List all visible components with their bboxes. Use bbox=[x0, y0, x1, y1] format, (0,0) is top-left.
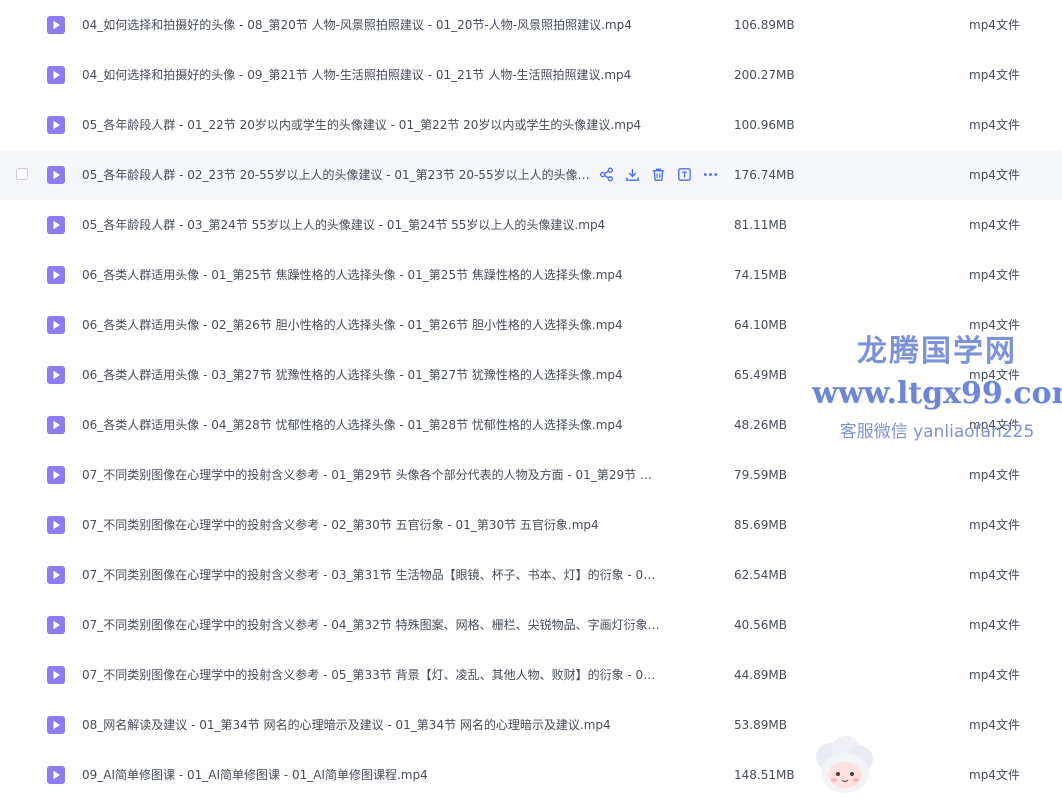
video-file-icon bbox=[46, 615, 66, 635]
video-file-icon bbox=[46, 15, 66, 35]
file-type: mp4文件 bbox=[969, 118, 1020, 132]
file-size: 64.10MB bbox=[734, 318, 787, 332]
file-name[interactable]: 07_不同类别图像在心理学中的投射含义参考 - 04_第32节 特殊图案、网格、… bbox=[82, 600, 662, 650]
file-row[interactable]: 05_各年龄段人群 - 01_22节 20岁以内或学生的头像建议 - 01_第2… bbox=[0, 100, 1062, 150]
file-size: 81.11MB bbox=[734, 218, 787, 232]
file-size: 85.69MB bbox=[734, 518, 787, 532]
download-icon[interactable] bbox=[624, 166, 641, 183]
video-file-icon bbox=[46, 165, 66, 185]
file-row[interactable]: 07_不同类别图像在心理学中的投射含义参考 - 01_第29节 头像各个部分代表… bbox=[0, 450, 1062, 500]
file-type: mp4文件 bbox=[969, 318, 1020, 332]
file-type: mp4文件 bbox=[969, 68, 1020, 82]
file-type: mp4文件 bbox=[969, 668, 1020, 682]
file-type: mp4文件 bbox=[969, 218, 1020, 232]
assistant-mascot-icon[interactable] bbox=[808, 735, 878, 794]
file-size: 48.26MB bbox=[734, 418, 787, 432]
video-file-icon bbox=[46, 365, 66, 385]
file-name[interactable]: 07_不同类别图像在心理学中的投射含义参考 - 01_第29节 头像各个部分代表… bbox=[82, 450, 662, 500]
delete-icon[interactable] bbox=[650, 166, 667, 183]
file-type: mp4文件 bbox=[969, 568, 1020, 582]
file-row[interactable]: 06_各类人群适用头像 - 01_第25节 焦躁性格的人选择头像 - 01_第2… bbox=[0, 250, 1062, 300]
video-file-icon bbox=[46, 315, 66, 335]
file-size: 65.49MB bbox=[734, 368, 787, 382]
file-name[interactable]: 05_各年龄段人群 - 02_23节 20-55岁以上人的头像建议 - 01_第… bbox=[82, 150, 594, 200]
file-row[interactable]: 04_如何选择和拍摄好的头像 - 08_第20节 人物-风景照拍照建议 - 01… bbox=[0, 0, 1062, 50]
file-name[interactable]: 07_不同类别图像在心理学中的投射含义参考 - 02_第30节 五官衍象 - 0… bbox=[82, 500, 599, 550]
file-type: mp4文件 bbox=[969, 468, 1020, 482]
file-row[interactable]: 05_各年龄段人群 - 03_第24节 55岁以上人的头像建议 - 01_第24… bbox=[0, 200, 1062, 250]
file-row[interactable]: 04_如何选择和拍摄好的头像 - 09_第21节 人物-生活照拍照建议 - 01… bbox=[0, 50, 1062, 100]
video-file-icon bbox=[46, 515, 66, 535]
file-row[interactable]: 06_各类人群适用头像 - 03_第27节 犹豫性格的人选择头像 - 01_第2… bbox=[0, 350, 1062, 400]
file-row[interactable]: 06_各类人群适用头像 - 02_第26节 胆小性格的人选择头像 - 01_第2… bbox=[0, 300, 1062, 350]
file-size: 44.89MB bbox=[734, 668, 787, 682]
select-checkbox[interactable] bbox=[16, 168, 28, 180]
file-type: mp4文件 bbox=[969, 768, 1020, 782]
file-size: 79.59MB bbox=[734, 468, 787, 482]
file-name[interactable]: 06_各类人群适用头像 - 04_第28节 忧郁性格的人选择头像 - 01_第2… bbox=[82, 400, 623, 450]
row-actions bbox=[598, 166, 719, 183]
file-name[interactable]: 09_AI简单修图课 - 01_AI简单修图课 - 01_AI简单修图课程.mp… bbox=[82, 750, 428, 798]
file-type: mp4文件 bbox=[969, 718, 1020, 732]
file-name[interactable]: 08_网名解读及建议 - 01_第34节 网名的心理暗示及建议 - 01_第34… bbox=[82, 700, 611, 750]
file-row[interactable]: 07_不同类别图像在心理学中的投射含义参考 - 05_第33节 背景【灯、凌乱、… bbox=[0, 650, 1062, 700]
file-name[interactable]: 07_不同类别图像在心理学中的投射含义参考 - 05_第33节 背景【灯、凌乱、… bbox=[82, 650, 662, 700]
file-size: 176.74MB bbox=[734, 168, 795, 182]
file-size: 62.54MB bbox=[734, 568, 787, 582]
file-type: mp4文件 bbox=[969, 368, 1020, 382]
video-file-icon bbox=[46, 765, 66, 785]
file-row[interactable]: 07_不同类别图像在心理学中的投射含义参考 - 02_第30节 五官衍象 - 0… bbox=[0, 500, 1062, 550]
file-name[interactable]: 06_各类人群适用头像 - 01_第25节 焦躁性格的人选择头像 - 01_第2… bbox=[82, 250, 623, 300]
file-type: mp4文件 bbox=[969, 268, 1020, 282]
file-size: 106.89MB bbox=[734, 18, 795, 32]
file-name[interactable]: 06_各类人群适用头像 - 03_第27节 犹豫性格的人选择头像 - 01_第2… bbox=[82, 350, 623, 400]
video-file-icon bbox=[46, 665, 66, 685]
file-size: 148.51MB bbox=[734, 768, 795, 782]
video-file-icon bbox=[46, 715, 66, 735]
file-type: mp4文件 bbox=[969, 618, 1020, 632]
file-row[interactable]: 08_网名解读及建议 - 01_第34节 网名的心理暗示及建议 - 01_第34… bbox=[0, 700, 1062, 750]
video-file-icon bbox=[46, 565, 66, 585]
share-icon[interactable] bbox=[598, 166, 615, 183]
file-size: 200.27MB bbox=[734, 68, 795, 82]
file-name[interactable]: 07_不同类别图像在心理学中的投射含义参考 - 03_第31节 生活物品【眼镜、… bbox=[82, 550, 662, 600]
file-type: mp4文件 bbox=[969, 518, 1020, 532]
file-name[interactable]: 06_各类人群适用头像 - 02_第26节 胆小性格的人选择头像 - 01_第2… bbox=[82, 300, 623, 350]
video-file-icon bbox=[46, 115, 66, 135]
file-size: 74.15MB bbox=[734, 268, 787, 282]
more-icon[interactable] bbox=[702, 166, 719, 183]
file-row[interactable]: 07_不同类别图像在心理学中的投射含义参考 - 04_第32节 特殊图案、网格、… bbox=[0, 600, 1062, 650]
rename-icon[interactable] bbox=[676, 166, 693, 183]
file-row[interactable]: 06_各类人群适用头像 - 04_第28节 忧郁性格的人选择头像 - 01_第2… bbox=[0, 400, 1062, 450]
video-file-icon bbox=[46, 415, 66, 435]
video-file-icon bbox=[46, 465, 66, 485]
video-file-icon bbox=[46, 215, 66, 235]
file-list: 04_如何选择和拍摄好的头像 - 08_第20节 人物-风景照拍照建议 - 01… bbox=[0, 0, 1062, 794]
video-file-icon bbox=[46, 65, 66, 85]
file-row[interactable]: 09_AI简单修图课 - 01_AI简单修图课 - 01_AI简单修图课程.mp… bbox=[0, 750, 1062, 798]
file-row[interactable]: 07_不同类别图像在心理学中的投射含义参考 - 03_第31节 生活物品【眼镜、… bbox=[0, 550, 1062, 600]
video-file-icon bbox=[46, 265, 66, 285]
file-name[interactable]: 05_各年龄段人群 - 01_22节 20岁以内或学生的头像建议 - 01_第2… bbox=[82, 100, 641, 150]
file-name[interactable]: 04_如何选择和拍摄好的头像 - 09_第21节 人物-生活照拍照建议 - 01… bbox=[82, 50, 631, 100]
file-size: 40.56MB bbox=[734, 618, 787, 632]
file-type: mp4文件 bbox=[969, 168, 1020, 182]
file-name[interactable]: 05_各年龄段人群 - 03_第24节 55岁以上人的头像建议 - 01_第24… bbox=[82, 200, 605, 250]
file-type: mp4文件 bbox=[969, 18, 1020, 32]
file-size: 100.96MB bbox=[734, 118, 795, 132]
file-type: mp4文件 bbox=[969, 418, 1020, 432]
file-name[interactable]: 04_如何选择和拍摄好的头像 - 08_第20节 人物-风景照拍照建议 - 01… bbox=[82, 0, 632, 50]
file-size: 53.89MB bbox=[734, 718, 787, 732]
file-row[interactable]: 05_各年龄段人群 - 02_23节 20-55岁以上人的头像建议 - 01_第… bbox=[0, 150, 1062, 200]
